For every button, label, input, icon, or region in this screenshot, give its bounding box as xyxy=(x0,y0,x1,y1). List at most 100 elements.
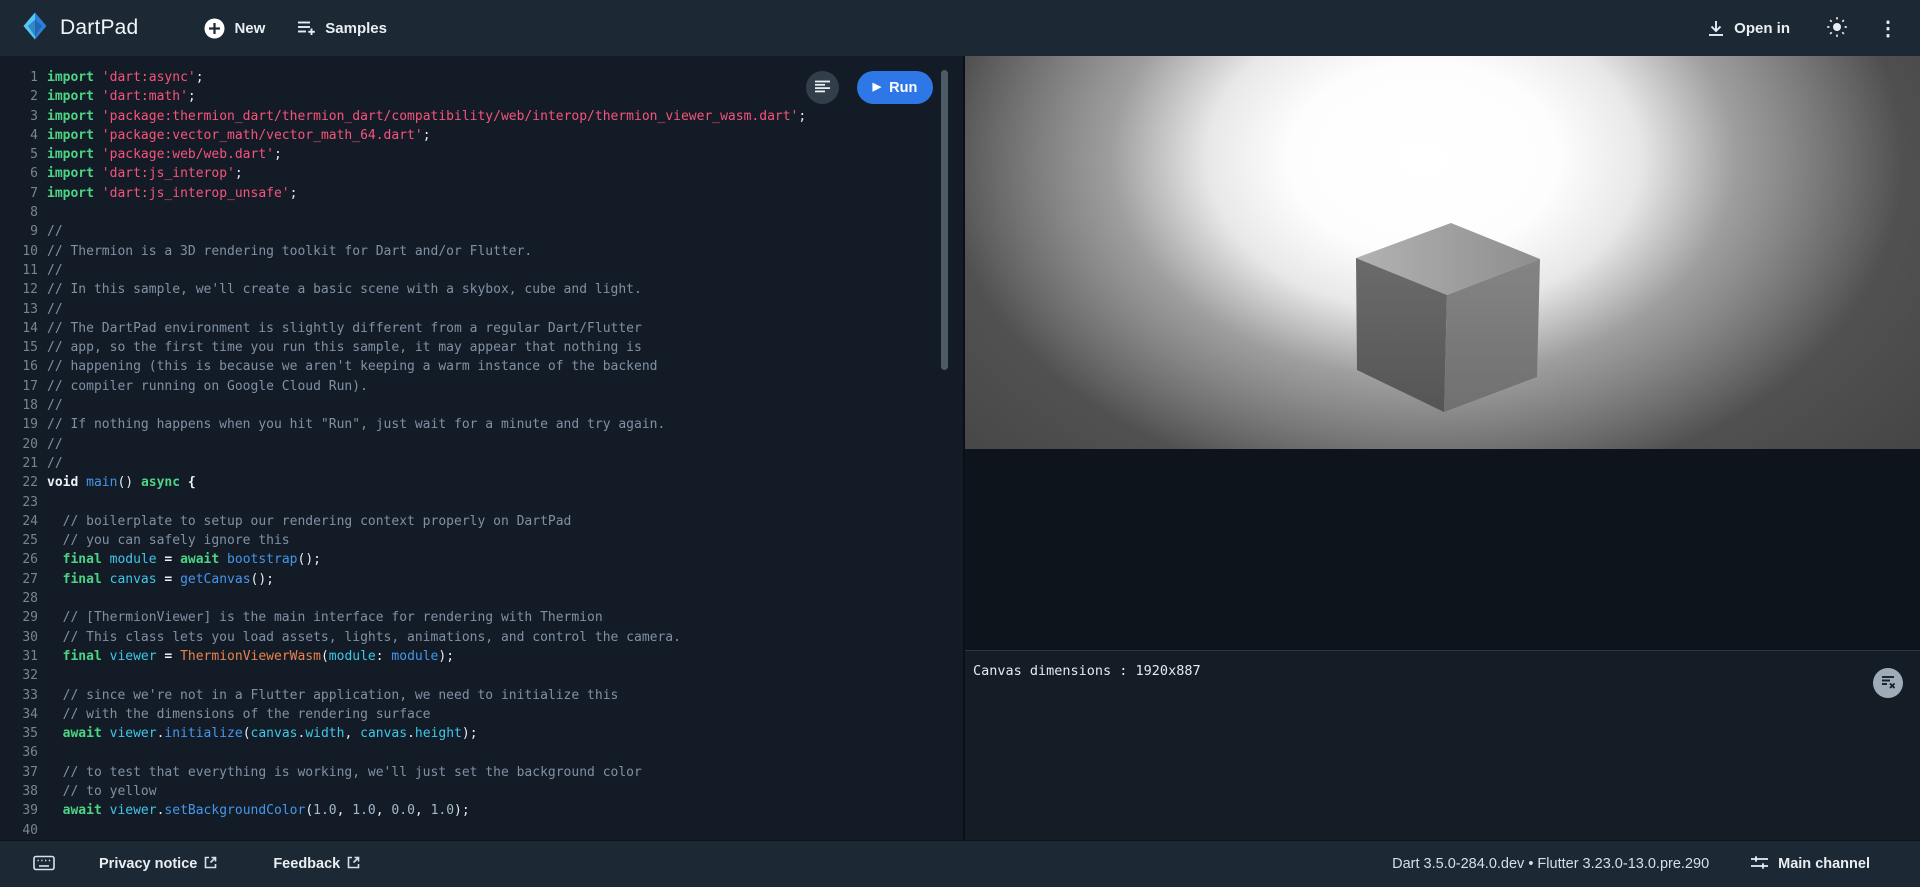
code-line: 27 final canvas = getCanvas(); xyxy=(0,570,963,589)
keyboard-shortcuts-button[interactable] xyxy=(33,855,55,874)
code-line: 26 final module = await bootstrap(); xyxy=(0,550,963,569)
code-line: 6import 'dart:js_interop'; xyxy=(0,164,963,183)
code-line: 30 // This class lets you load assets, l… xyxy=(0,628,963,647)
brightness-toggle-button[interactable] xyxy=(1826,16,1848,41)
line-number: 7 xyxy=(0,184,38,203)
line-number: 33 xyxy=(0,686,38,705)
line-number: 12 xyxy=(0,280,38,299)
code-line: 38 // to yellow xyxy=(0,782,963,801)
code-line: 13// xyxy=(0,300,963,319)
code-line: 7import 'dart:js_interop_unsafe'; xyxy=(0,184,963,203)
editor-scrollbar-thumb[interactable] xyxy=(941,70,948,370)
plus-circle-icon xyxy=(204,18,225,39)
privacy-notice-link[interactable]: Privacy notice xyxy=(99,856,217,873)
code-line: 15// app, so the first time you run this… xyxy=(0,338,963,357)
code-line: 5import 'package:web/web.dart'; xyxy=(0,145,963,164)
line-number: 14 xyxy=(0,319,38,338)
tune-icon xyxy=(1751,855,1768,874)
line-number: 9 xyxy=(0,222,38,241)
samples-button-label: Samples xyxy=(325,20,387,37)
channel-selector-button[interactable]: Main channel xyxy=(1751,855,1870,874)
feedback-link[interactable]: Feedback xyxy=(273,856,360,873)
external-link-icon xyxy=(204,856,217,873)
line-number: 6 xyxy=(0,164,38,183)
brightness-sun-icon xyxy=(1826,16,1848,41)
code-line: 9// xyxy=(0,222,963,241)
play-icon: ▶ xyxy=(873,82,881,93)
code-line: 12// In this sample, we'll create a basi… xyxy=(0,280,963,299)
line-number: 24 xyxy=(0,512,38,531)
line-number: 10 xyxy=(0,242,38,261)
line-number: 17 xyxy=(0,377,38,396)
line-number: 40 xyxy=(0,821,38,840)
line-number: 25 xyxy=(0,531,38,550)
privacy-notice-label: Privacy notice xyxy=(99,856,197,872)
code-line: 19// If nothing happens when you hit "Ru… xyxy=(0,415,963,434)
code-line: 11// xyxy=(0,261,963,280)
dartpad-logo-icon xyxy=(22,12,48,45)
samples-button[interactable]: Samples xyxy=(297,20,387,37)
line-number: 27 xyxy=(0,570,38,589)
overflow-menu-button[interactable]: ⋮ xyxy=(1878,16,1898,41)
code-line: 17// compiler running on Google Cloud Ru… xyxy=(0,377,963,396)
console-panel: Canvas dimensions : 1920x887 xyxy=(965,650,1920,840)
code-line: 22void main() async { xyxy=(0,473,963,492)
format-code-button[interactable] xyxy=(806,71,839,104)
line-number: 20 xyxy=(0,435,38,454)
line-number: 3 xyxy=(0,107,38,126)
feedback-label: Feedback xyxy=(273,856,340,872)
line-number: 30 xyxy=(0,628,38,647)
code-line: 28 xyxy=(0,589,963,608)
code-line: 14// The DartPad environment is slightly… xyxy=(0,319,963,338)
line-number: 22 xyxy=(0,473,38,492)
code-line: 29 // [ThermionViewer] is the main inter… xyxy=(0,608,963,627)
line-number: 21 xyxy=(0,454,38,473)
line-number: 35 xyxy=(0,724,38,743)
line-number: 23 xyxy=(0,493,38,512)
line-number: 32 xyxy=(0,666,38,685)
line-number: 2 xyxy=(0,87,38,106)
download-icon xyxy=(1707,20,1725,37)
new-button[interactable]: New xyxy=(204,18,265,39)
render-canvas-3d[interactable] xyxy=(965,56,1920,449)
line-number: 5 xyxy=(0,145,38,164)
code-line: 31 final viewer = ThermionViewerWasm(mod… xyxy=(0,647,963,666)
code-line: 25 // you can safely ignore this xyxy=(0,531,963,550)
line-number: 37 xyxy=(0,763,38,782)
code-line: 8 xyxy=(0,203,963,222)
cube-3d xyxy=(965,56,1920,449)
line-number: 26 xyxy=(0,550,38,569)
code-line: 21// xyxy=(0,454,963,473)
line-number: 38 xyxy=(0,782,38,801)
console-output: Canvas dimensions : 1920x887 xyxy=(973,663,1920,679)
run-button[interactable]: ▶ Run xyxy=(857,71,933,104)
clear-console-button[interactable] xyxy=(1873,668,1903,698)
code-line: 37 // to test that everything is working… xyxy=(0,763,963,782)
code-line: 39 await viewer.setBackgroundColor(1.0, … xyxy=(0,801,963,820)
footer-bar: Privacy notice Feedback Dart 3.5.0-284.0… xyxy=(0,840,1920,887)
line-number: 4 xyxy=(0,126,38,145)
line-number: 31 xyxy=(0,647,38,666)
line-number: 34 xyxy=(0,705,38,724)
line-number: 8 xyxy=(0,203,38,222)
open-in-label: Open in xyxy=(1734,20,1790,37)
external-link-icon xyxy=(347,856,360,873)
line-number: 15 xyxy=(0,338,38,357)
app-title: DartPad xyxy=(60,16,138,40)
sdk-version-text: Dart 3.5.0-284.0.dev • Flutter 3.23.0-13… xyxy=(1392,856,1709,872)
code-line: 36 xyxy=(0,743,963,762)
code-line: 24 // boilerplate to setup our rendering… xyxy=(0,512,963,531)
code-line: 33 // since we're not in a Flutter appli… xyxy=(0,686,963,705)
code-lines: 1import 'dart:async';2import 'dart:math'… xyxy=(0,56,963,840)
keyboard-icon xyxy=(33,855,55,874)
run-button-label: Run xyxy=(889,80,917,96)
code-line: 18// xyxy=(0,396,963,415)
line-number: 39 xyxy=(0,801,38,820)
output-pane: Canvas dimensions : 1920x887 xyxy=(963,56,1920,840)
code-line: 4import 'package:vector_math/vector_math… xyxy=(0,126,963,145)
code-editor-pane[interactable]: 1import 'dart:async';2import 'dart:math'… xyxy=(0,56,963,840)
code-line: 32 xyxy=(0,666,963,685)
open-in-button[interactable]: Open in xyxy=(1707,20,1790,37)
code-line: 35 await viewer.initialize(canvas.width,… xyxy=(0,724,963,743)
playlist-add-icon xyxy=(297,20,316,36)
